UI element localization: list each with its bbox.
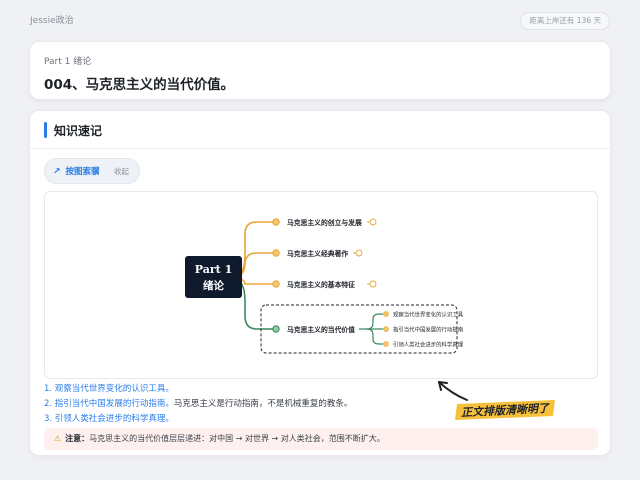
branch-2-dot (272, 249, 280, 257)
branch-4-dot (272, 325, 280, 333)
branch-1-label: 马克思主义的创立与发展 (287, 218, 362, 227)
arrow-up-right-icon: ↗ (53, 167, 61, 177)
root-line-2: 绪论 (203, 279, 224, 292)
warning-icon: ⚠ (54, 434, 62, 443)
list-item-detail: 马克思主义是行动指南，不是机械重复的教条。 (173, 399, 353, 409)
list-item-key: 2. 指引当代中国发展的行动指南。 (44, 399, 174, 409)
brand-label: Jessie政治 (30, 16, 74, 26)
pointer-arrow-icon (438, 381, 468, 401)
section-title: 知识速记 (54, 124, 103, 138)
sub-branch-2-label: 指引当代中国发展的行动指南 (393, 326, 464, 334)
top-bar: Jessie政治 距离上岸还有 136 天 (0, 0, 640, 40)
list-item-key: 3. 引领人类社会进步的科学真理。 (44, 414, 174, 424)
header-card: Part 1 绪论 004、马克思主义的当代价值。 (29, 41, 611, 100)
sub-branch-3-dot (383, 341, 389, 347)
annotation-sticker: 正文排版清晰明了 (437, 380, 577, 430)
sticker-svg: 正文排版清晰明了 (438, 381, 555, 420)
link-icon (367, 280, 377, 288)
sub-branch-2-dot (383, 326, 389, 332)
collapse-button[interactable]: 收起 (114, 166, 129, 177)
countdown-badge: 距离上岸还有 136 天 (520, 12, 610, 30)
branch-3-label: 马克思主义的基本特征 (287, 280, 355, 289)
link-icon (353, 249, 363, 257)
link-icon (367, 218, 377, 226)
summary-list: 1. 观察当代世界变化的认识工具。 2. 指引当代中国发展的行动指南。马克思主义… (44, 382, 352, 427)
branch-4-label: 马克思主义的当代价值 (287, 325, 355, 334)
branch-1-dot (272, 218, 280, 226)
root-line-1: Part 1 (195, 263, 232, 276)
branch-2-label: 马克思主义经典著作 (287, 249, 348, 258)
note-label: 注意： (65, 434, 90, 443)
sub-connector-1 (359, 313, 383, 330)
sub-connector-3 (366, 328, 383, 345)
note-text: 马克思主义的当代价值层层递进：对中国 → 对世界 → 对人类社会，范围不断扩大。 (89, 434, 385, 443)
mind-map: Part 1 绪论 马克思主义的创立与发展 马克思主义经典著作 马克思主义的基本… (44, 191, 598, 379)
list-item: 3. 引领人类社会进步的科学真理。 (44, 412, 352, 427)
branch-3-dot (272, 280, 280, 288)
note-banner: ⚠ 注意：马克思主义的当代价值层层递进：对中国 → 对世界 → 对人类社会，范围不… (44, 428, 598, 450)
list-item-key: 1. 观察当代世界变化的认识工具。 (44, 384, 174, 394)
list-item: 2. 指引当代中国发展的行动指南。马克思主义是行动指南，不是机械重复的教条。 (44, 397, 352, 412)
part-label: Part 1 绪论 (44, 57, 92, 67)
mind-map-svg: Part 1 绪论 马克思主义的创立与发展 马克思主义经典著作 马克思主义的基本… (185, 218, 464, 354)
section-header: 知识速记 (30, 111, 610, 149)
mindmap-button-label: 按图索骥 (65, 167, 100, 177)
sub-branch-1-label: 观察当代世界变化的认识工具 (393, 311, 464, 319)
mindmap-button[interactable]: ↗ 按图索骥 (53, 165, 100, 177)
sub-branch-3-label: 引领人类社会进步的科学真理 (393, 341, 464, 349)
list-item: 1. 观察当代世界变化的认识工具。 (44, 382, 352, 397)
mindmap-toggle: ↗ 按图索骥 收起 (44, 158, 140, 184)
sub-branch-1-dot (383, 311, 389, 317)
section-accent-bar (44, 122, 47, 138)
page-title: 004、马克思主义的当代价值。 (44, 77, 235, 93)
